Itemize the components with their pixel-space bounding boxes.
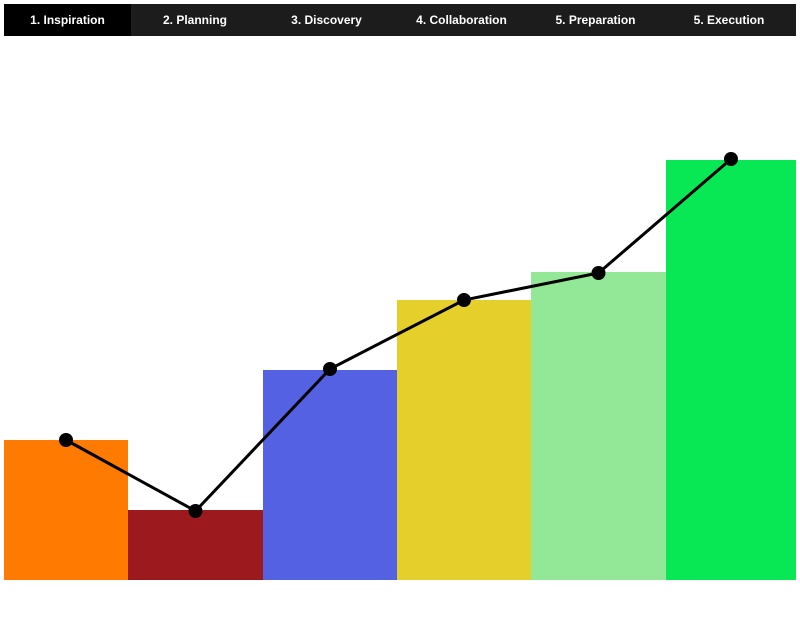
bar-collaboration xyxy=(397,300,531,580)
bar-execution xyxy=(666,160,796,580)
bar-preparation xyxy=(531,272,666,580)
point-planning xyxy=(188,504,203,518)
point-execution xyxy=(724,152,738,166)
bar-inspiration xyxy=(4,440,128,580)
point-preparation xyxy=(591,266,606,280)
point-discovery xyxy=(323,362,337,376)
bar-discovery xyxy=(263,370,397,580)
point-collaboration xyxy=(457,293,471,307)
stage-chart xyxy=(4,152,796,580)
bar-planning xyxy=(128,510,263,580)
point-inspiration xyxy=(59,433,73,447)
